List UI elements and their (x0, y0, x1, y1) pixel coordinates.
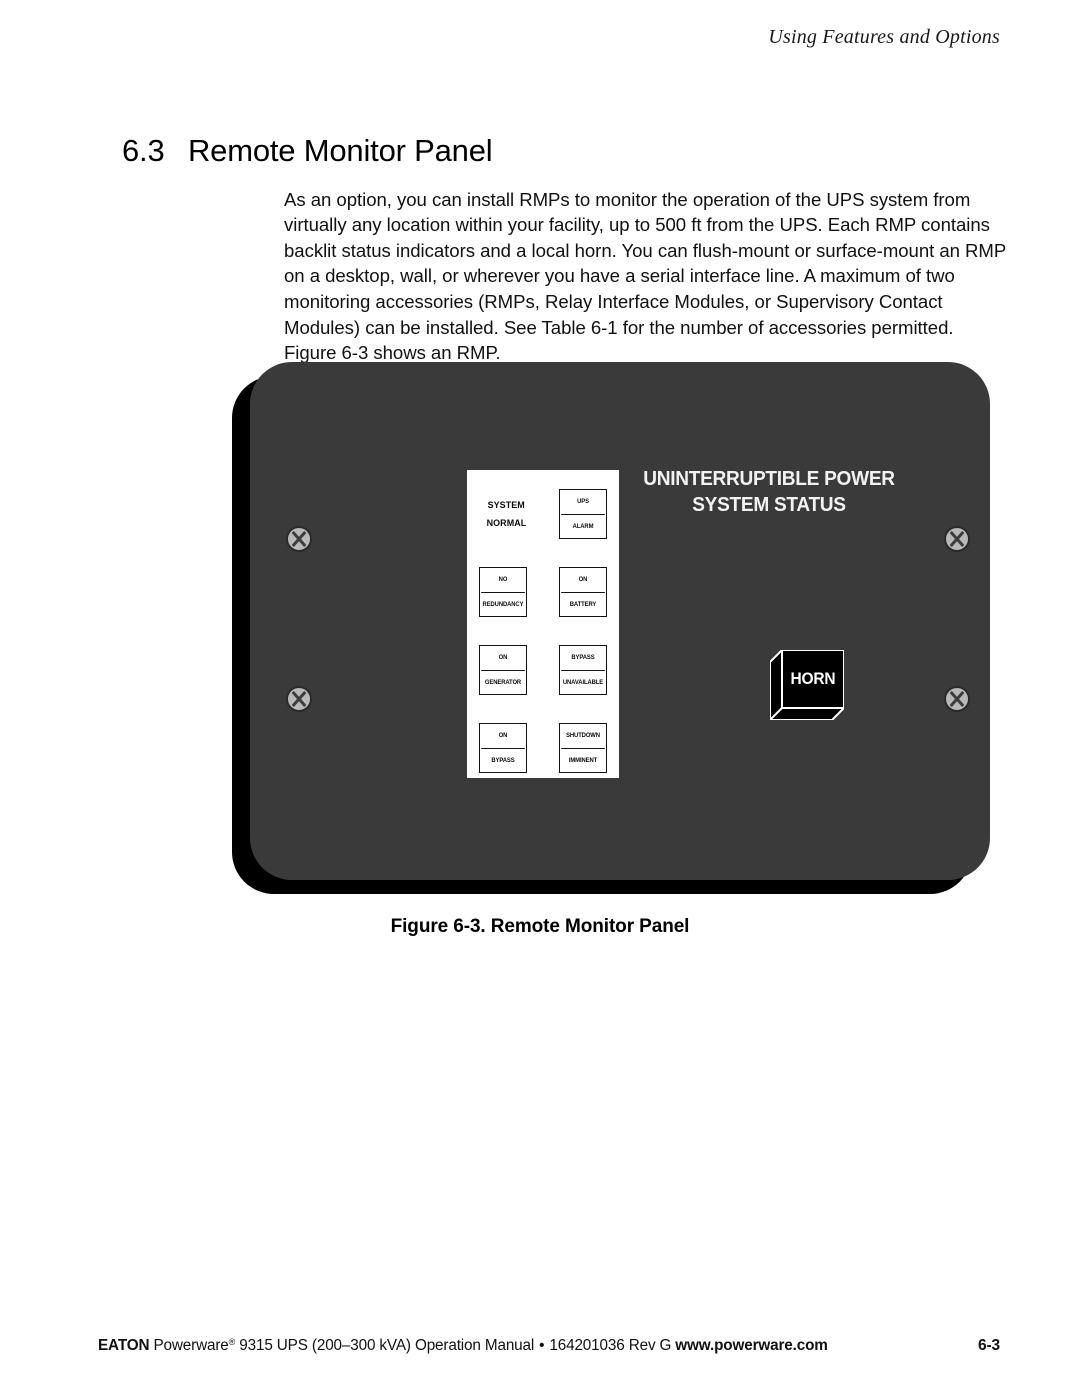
indicator-on-battery: ON BATTERY (559, 567, 607, 617)
footer-brand: EATON (98, 1337, 150, 1354)
footer-url[interactable]: www.powerware.com (671, 1337, 828, 1354)
indicator-line-1: SYSTEM (487, 500, 525, 510)
indicator-row: ON BYPASS SHUTDOWN IMMINENT (479, 723, 607, 773)
indicator-line-2: BYPASS (491, 756, 515, 764)
remote-monitor-panel-face: UNINTERRUPTIBLE POWER SYSTEM STATUS SYST… (250, 362, 990, 880)
indicator-row: NO REDUNDANCY ON BATTERY (479, 567, 607, 617)
indicator-on-generator: ON GENERATOR (479, 645, 527, 695)
indicator-line-1: NO (481, 568, 525, 593)
section-title: Remote Monitor Panel (188, 132, 493, 168)
figure-caption: Figure 6-3. Remote Monitor Panel (390, 916, 690, 937)
indicator-row: SYSTEM NORMAL UPS ALARM (479, 489, 607, 539)
indicator-bypass-unavailable: BYPASS UNAVAILABLE (559, 645, 607, 695)
indicator-row: ON GENERATOR BYPASS UNAVAILABLE (479, 645, 607, 695)
footer-text: EATON Powerware® 9315 UPS (200–300 kVA) … (98, 1337, 828, 1355)
screw-icon-top-right (944, 526, 970, 552)
horn-button-label: HORN (790, 669, 836, 688)
indicator-line-2: UNAVAILABLE (562, 678, 604, 686)
indicator-line-2: REDUNDANCY (482, 600, 524, 608)
indicator-line-1: ON (481, 724, 525, 749)
indicator-no-redundancy: NO REDUNDANCY (479, 567, 527, 617)
screw-icon-top-left (286, 526, 312, 552)
indicator-line-1: ON (561, 568, 605, 593)
footer-doc-number: 164201036 Rev G (549, 1337, 672, 1354)
body-paragraph: As an option, you can install RMPs to mo… (284, 188, 1006, 364)
screw-icon-bottom-right (944, 686, 970, 712)
status-indicator-grid: SYSTEM NORMAL UPS ALARM NO REDUNDANCY ON… (479, 484, 607, 773)
indicator-line-1: SHUTDOWN (561, 724, 605, 749)
footer-product-line: Powerware (153, 1337, 229, 1354)
section-number: 6.3 (122, 132, 165, 168)
indicator-ups-alarm: UPS ALARM (559, 489, 607, 539)
status-title-line-1: UNINTERRUPTIBLE POWER (643, 467, 895, 490)
indicator-on-bypass: ON BYPASS (479, 723, 527, 773)
footer-product: 9315 UPS (200–300 kVA) Operation Manual (235, 1337, 535, 1354)
indicator-line-2: NORMAL (486, 518, 526, 528)
indicator-line-1: BYPASS (561, 646, 605, 671)
page-title: 6.3 Remote Monitor Panel (122, 133, 922, 169)
indicator-line-2: IMMINENT (568, 756, 598, 764)
page-footer: EATON Powerware® 9315 UPS (200–300 kVA) … (98, 1337, 1000, 1359)
status-title-line-2: SYSTEM STATUS (692, 493, 846, 516)
running-header: Using Features and Options (768, 26, 1000, 48)
page-number: 6-3 (978, 1337, 1000, 1354)
indicator-line-1: ON (481, 646, 525, 671)
panel-status-title: UNINTERRUPTIBLE POWER SYSTEM STATUS (634, 466, 904, 518)
footer-separator: • (539, 1337, 545, 1354)
screw-icon-bottom-left (286, 686, 312, 712)
indicator-line-1: UPS (561, 490, 605, 515)
indicator-shutdown-imminent: SHUTDOWN IMMINENT (559, 723, 607, 773)
horn-button[interactable]: HORN (770, 650, 844, 720)
figure-remote-monitor-panel: UNINTERRUPTIBLE POWER SYSTEM STATUS SYST… (232, 362, 1012, 952)
indicator-line-2: GENERATOR (484, 678, 522, 686)
indicator-system-normal: SYSTEM NORMAL (477, 489, 535, 539)
indicator-line-2: ALARM (572, 522, 594, 530)
status-indicator-label-area: SYSTEM NORMAL UPS ALARM NO REDUNDANCY ON… (467, 470, 619, 778)
indicator-line-2: BATTERY (569, 600, 597, 608)
